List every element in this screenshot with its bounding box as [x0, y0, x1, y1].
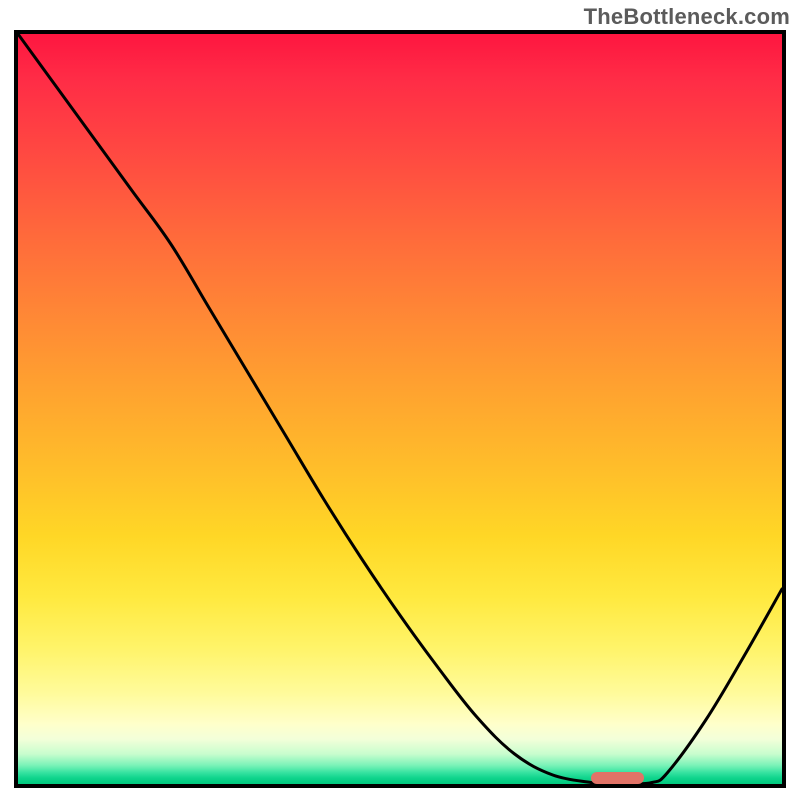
watermark-text: TheBottleneck.com [584, 4, 790, 30]
chart-plot-area [14, 30, 786, 788]
chart-minimum-marker [591, 772, 644, 784]
chart-line-curve [18, 34, 782, 784]
